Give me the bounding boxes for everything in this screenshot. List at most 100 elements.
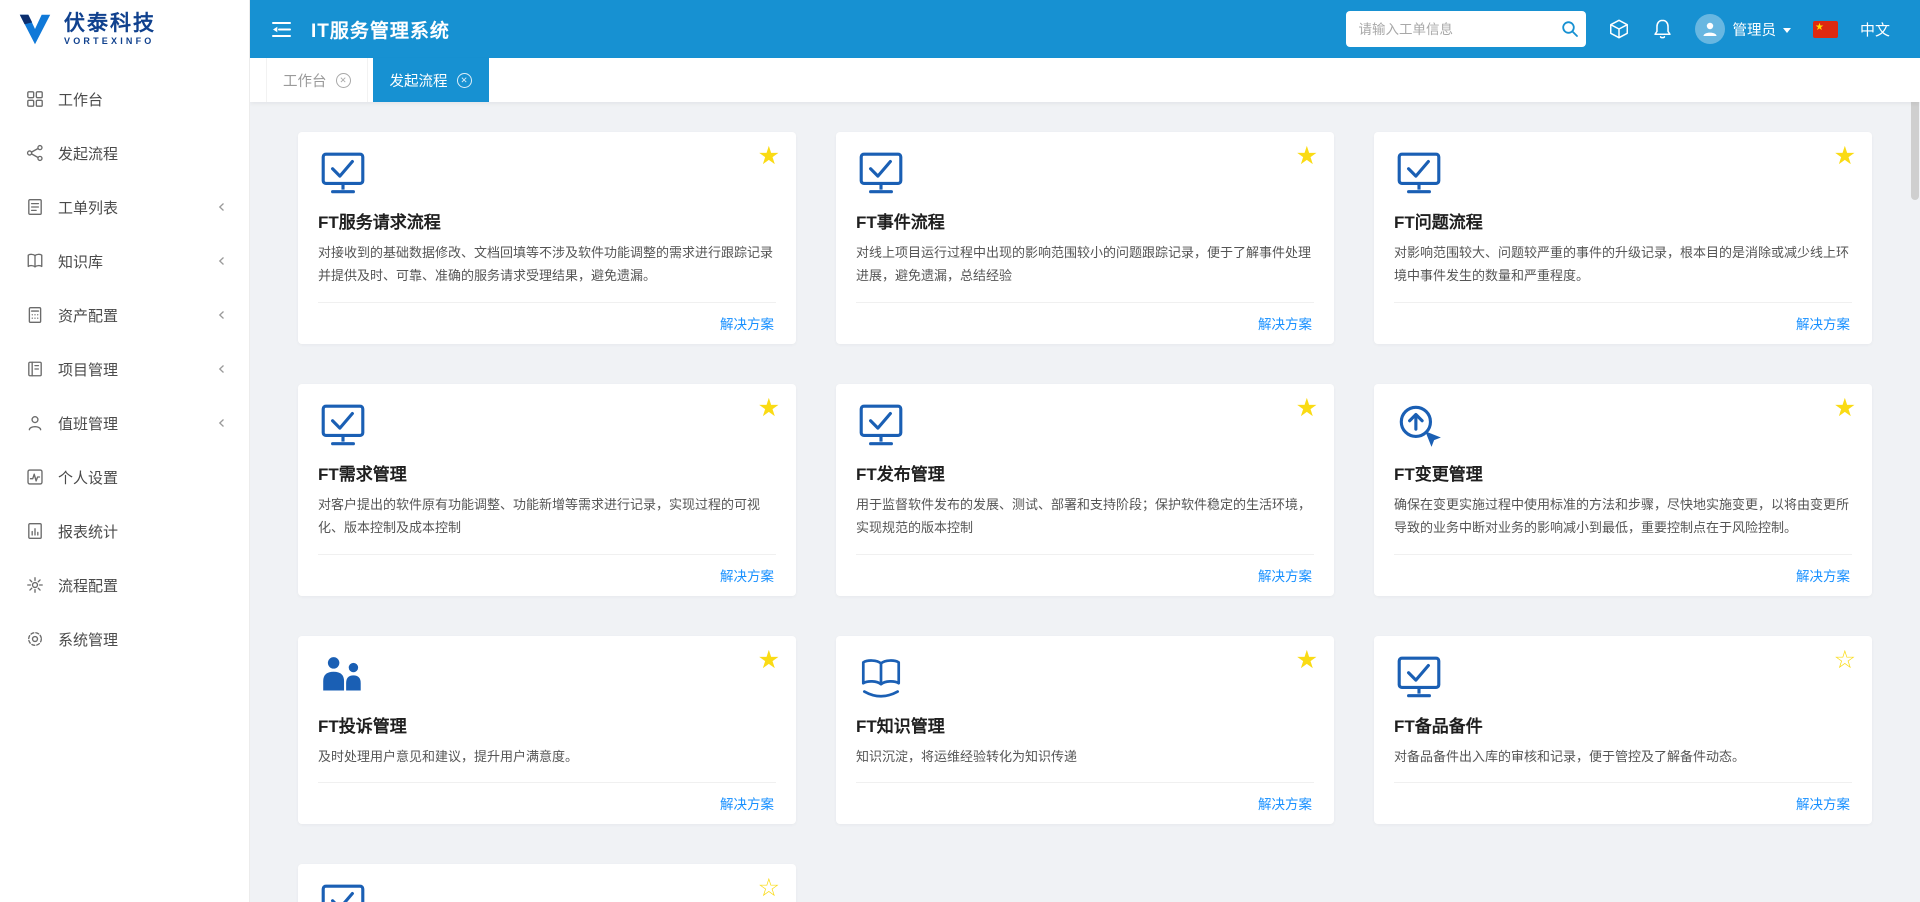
star-icon[interactable]: ★ (1296, 144, 1318, 169)
process-card-complaint[interactable]: ★ FT投诉管理 及时处理用户意见和建议，提升用户满意度。 解决方案 (298, 636, 796, 824)
complaint-people-icon (318, 652, 776, 704)
sidebar-item-label: 个人设置 (58, 467, 118, 488)
reports-icon (26, 522, 44, 540)
tab-workbench[interactable]: 工作台 ✕ (266, 58, 368, 102)
work-orders-icon (26, 198, 44, 216)
main-column: IT服务管理系统 管理员 (250, 0, 1920, 902)
tab-label: 工作台 (283, 70, 327, 91)
sidebar-item-reports[interactable]: 报表统计 (0, 504, 249, 558)
tab-initiate-flow[interactable]: 发起流程 ✕ (373, 58, 489, 102)
card-description: 对备品备件出入库的审核和记录，便于管控及了解备件动态。 (1394, 745, 1852, 768)
solution-link[interactable]: 解决方案 (1796, 797, 1850, 812)
chevron-left-icon (217, 256, 227, 266)
monitor-check-icon (856, 148, 1314, 200)
process-card-service-request[interactable]: ★ FT服务请求流程 对接收到的基础数据修改、文档回填等不涉及软件功能调整的需求… (298, 132, 796, 344)
star-icon[interactable]: ☆ (1834, 648, 1856, 673)
process-card-customer-order[interactable]: ☆ FT客户工单 未添加描述信息 解决方案 (298, 864, 796, 902)
close-icon[interactable]: ✕ (457, 73, 472, 88)
card-description: 确保在变更实施过程中使用标准的方法和步骤，尽快地实施变更，以将由变更所导致的业务… (1394, 493, 1852, 540)
star-icon[interactable]: ★ (1834, 396, 1856, 421)
card-title: FT需求管理 (318, 460, 776, 485)
user-menu[interactable]: 管理员 (1695, 14, 1791, 44)
process-card-change[interactable]: ★ FT变更管理 确保在变更实施过程中使用标准的方法和步骤，尽快地实施变更，以将… (1374, 384, 1872, 596)
card-footer: 解决方案 (856, 554, 1314, 596)
vortex-logo-icon (16, 10, 54, 48)
sidebar-item-duty[interactable]: 值班管理 (0, 396, 249, 450)
sidebar-item-label: 值班管理 (58, 413, 118, 434)
star-icon[interactable]: ★ (1296, 648, 1318, 673)
card-description: 对客户提出的软件原有功能调整、功能新增等需求进行记录，实现过程的可视化、版本控制… (318, 493, 776, 540)
process-card-release[interactable]: ★ FT发布管理 用于监督软件发布的发展、测试、部署和支持阶段；保护软件稳定的生… (836, 384, 1334, 596)
sidebar-item-assets[interactable]: 资产配置 (0, 288, 249, 342)
process-card-incident[interactable]: ★ FT事件流程 对线上项目运行过程中出现的影响范围较小的问题跟踪记录，便于了解… (836, 132, 1334, 344)
solution-link[interactable]: 解决方案 (720, 569, 774, 584)
process-card-knowledge[interactable]: ★ FT知识管理 知识沉淀，将运维经验转化为知识传递 解决方案 (836, 636, 1334, 824)
solution-link[interactable]: 解决方案 (1258, 797, 1312, 812)
process-card-spare-parts[interactable]: ☆ FT备品备件 对备品备件出入库的审核和记录，便于管控及了解备件动态。 解决方… (1374, 636, 1872, 824)
monitor-check-icon (318, 148, 776, 200)
sidebar-item-work-orders[interactable]: 工单列表 (0, 180, 249, 234)
monitor-check-icon (1394, 148, 1852, 200)
card-footer: 解决方案 (1394, 302, 1852, 344)
app-title: IT服务管理系统 (311, 16, 450, 43)
solution-link[interactable]: 解决方案 (1796, 569, 1850, 584)
solution-link[interactable]: 解决方案 (1258, 569, 1312, 584)
user-name: 管理员 (1732, 19, 1776, 40)
card-title: FT发布管理 (856, 460, 1314, 485)
app-root: 伏泰科技 VORTEXINFO 工作台 发起流程 工单列表 知识库 (0, 0, 1920, 902)
star-icon[interactable]: ★ (758, 648, 780, 673)
chevron-left-icon (217, 310, 227, 320)
close-icon[interactable]: ✕ (336, 73, 351, 88)
card-footer: 解决方案 (856, 782, 1314, 824)
card-title: FT问题流程 (1394, 208, 1852, 233)
star-icon[interactable]: ☆ (758, 876, 780, 901)
sidebar-item-workbench[interactable]: 工作台 (0, 72, 249, 126)
chevron-left-icon (217, 418, 227, 428)
solution-link[interactable]: 解决方案 (720, 797, 774, 812)
star-icon[interactable]: ★ (758, 144, 780, 169)
solution-link[interactable]: 解决方案 (1258, 317, 1312, 332)
card-footer: 解决方案 (856, 302, 1314, 344)
star-icon[interactable]: ★ (1296, 396, 1318, 421)
monitor-check-icon (318, 400, 776, 452)
search-icon[interactable] (1561, 20, 1579, 38)
language-switcher[interactable]: 中文 (1860, 19, 1890, 40)
search-input[interactable] (1346, 11, 1586, 47)
sidebar-item-initiate-flow[interactable]: 发起流程 (0, 126, 249, 180)
menu-fold-icon[interactable] (272, 21, 291, 38)
sidebar-item-system[interactable]: 系统管理 (0, 612, 249, 666)
sidebar-item-personal-settings[interactable]: 个人设置 (0, 450, 249, 504)
china-flag-icon[interactable]: ★ (1813, 21, 1838, 38)
card-title: FT投诉管理 (318, 712, 776, 737)
solution-link[interactable]: 解决方案 (1796, 317, 1850, 332)
sidebar-item-flow-config[interactable]: 流程配置 (0, 558, 249, 612)
bell-icon[interactable] (1652, 18, 1673, 40)
cube-icon[interactable] (1608, 18, 1630, 40)
header-actions: 管理员 ★ 中文 (1346, 11, 1890, 47)
card-title: FT事件流程 (856, 208, 1314, 233)
star-icon[interactable]: ★ (1834, 144, 1856, 169)
sidebar-item-label: 流程配置 (58, 575, 118, 596)
card-footer: 解决方案 (318, 302, 776, 344)
caret-down-icon (1783, 28, 1791, 33)
process-card-problem[interactable]: ★ FT问题流程 对影响范围较大、问题较严重的事件的升级记录，根本目的是消除或减… (1374, 132, 1872, 344)
monitor-check-icon (318, 880, 776, 902)
page-scrollbar (1911, 60, 1919, 902)
sidebar-item-label: 工单列表 (58, 197, 118, 218)
brand-logo[interactable]: 伏泰科技 VORTEXINFO (0, 0, 249, 58)
solution-link[interactable]: 解决方案 (720, 317, 774, 332)
sidebar-item-label: 工作台 (58, 89, 103, 110)
avatar (1695, 14, 1725, 44)
star-icon[interactable]: ★ (758, 396, 780, 421)
dashboard-icon (26, 90, 44, 108)
card-title: FT备品备件 (1394, 712, 1852, 737)
process-card-demand[interactable]: ★ FT需求管理 对客户提出的软件原有功能调整、功能新增等需求进行记录，实现过程… (298, 384, 796, 596)
card-title: FT服务请求流程 (318, 208, 776, 233)
brand-subtitle: VORTEXINFO (64, 36, 156, 46)
brand-name: 伏泰科技 (64, 12, 156, 36)
top-header: IT服务管理系统 管理员 (250, 0, 1920, 58)
flow-config-icon (26, 576, 44, 594)
sidebar-item-knowledge-base[interactable]: 知识库 (0, 234, 249, 288)
card-footer: 解决方案 (318, 554, 776, 596)
sidebar-item-projects[interactable]: 项目管理 (0, 342, 249, 396)
